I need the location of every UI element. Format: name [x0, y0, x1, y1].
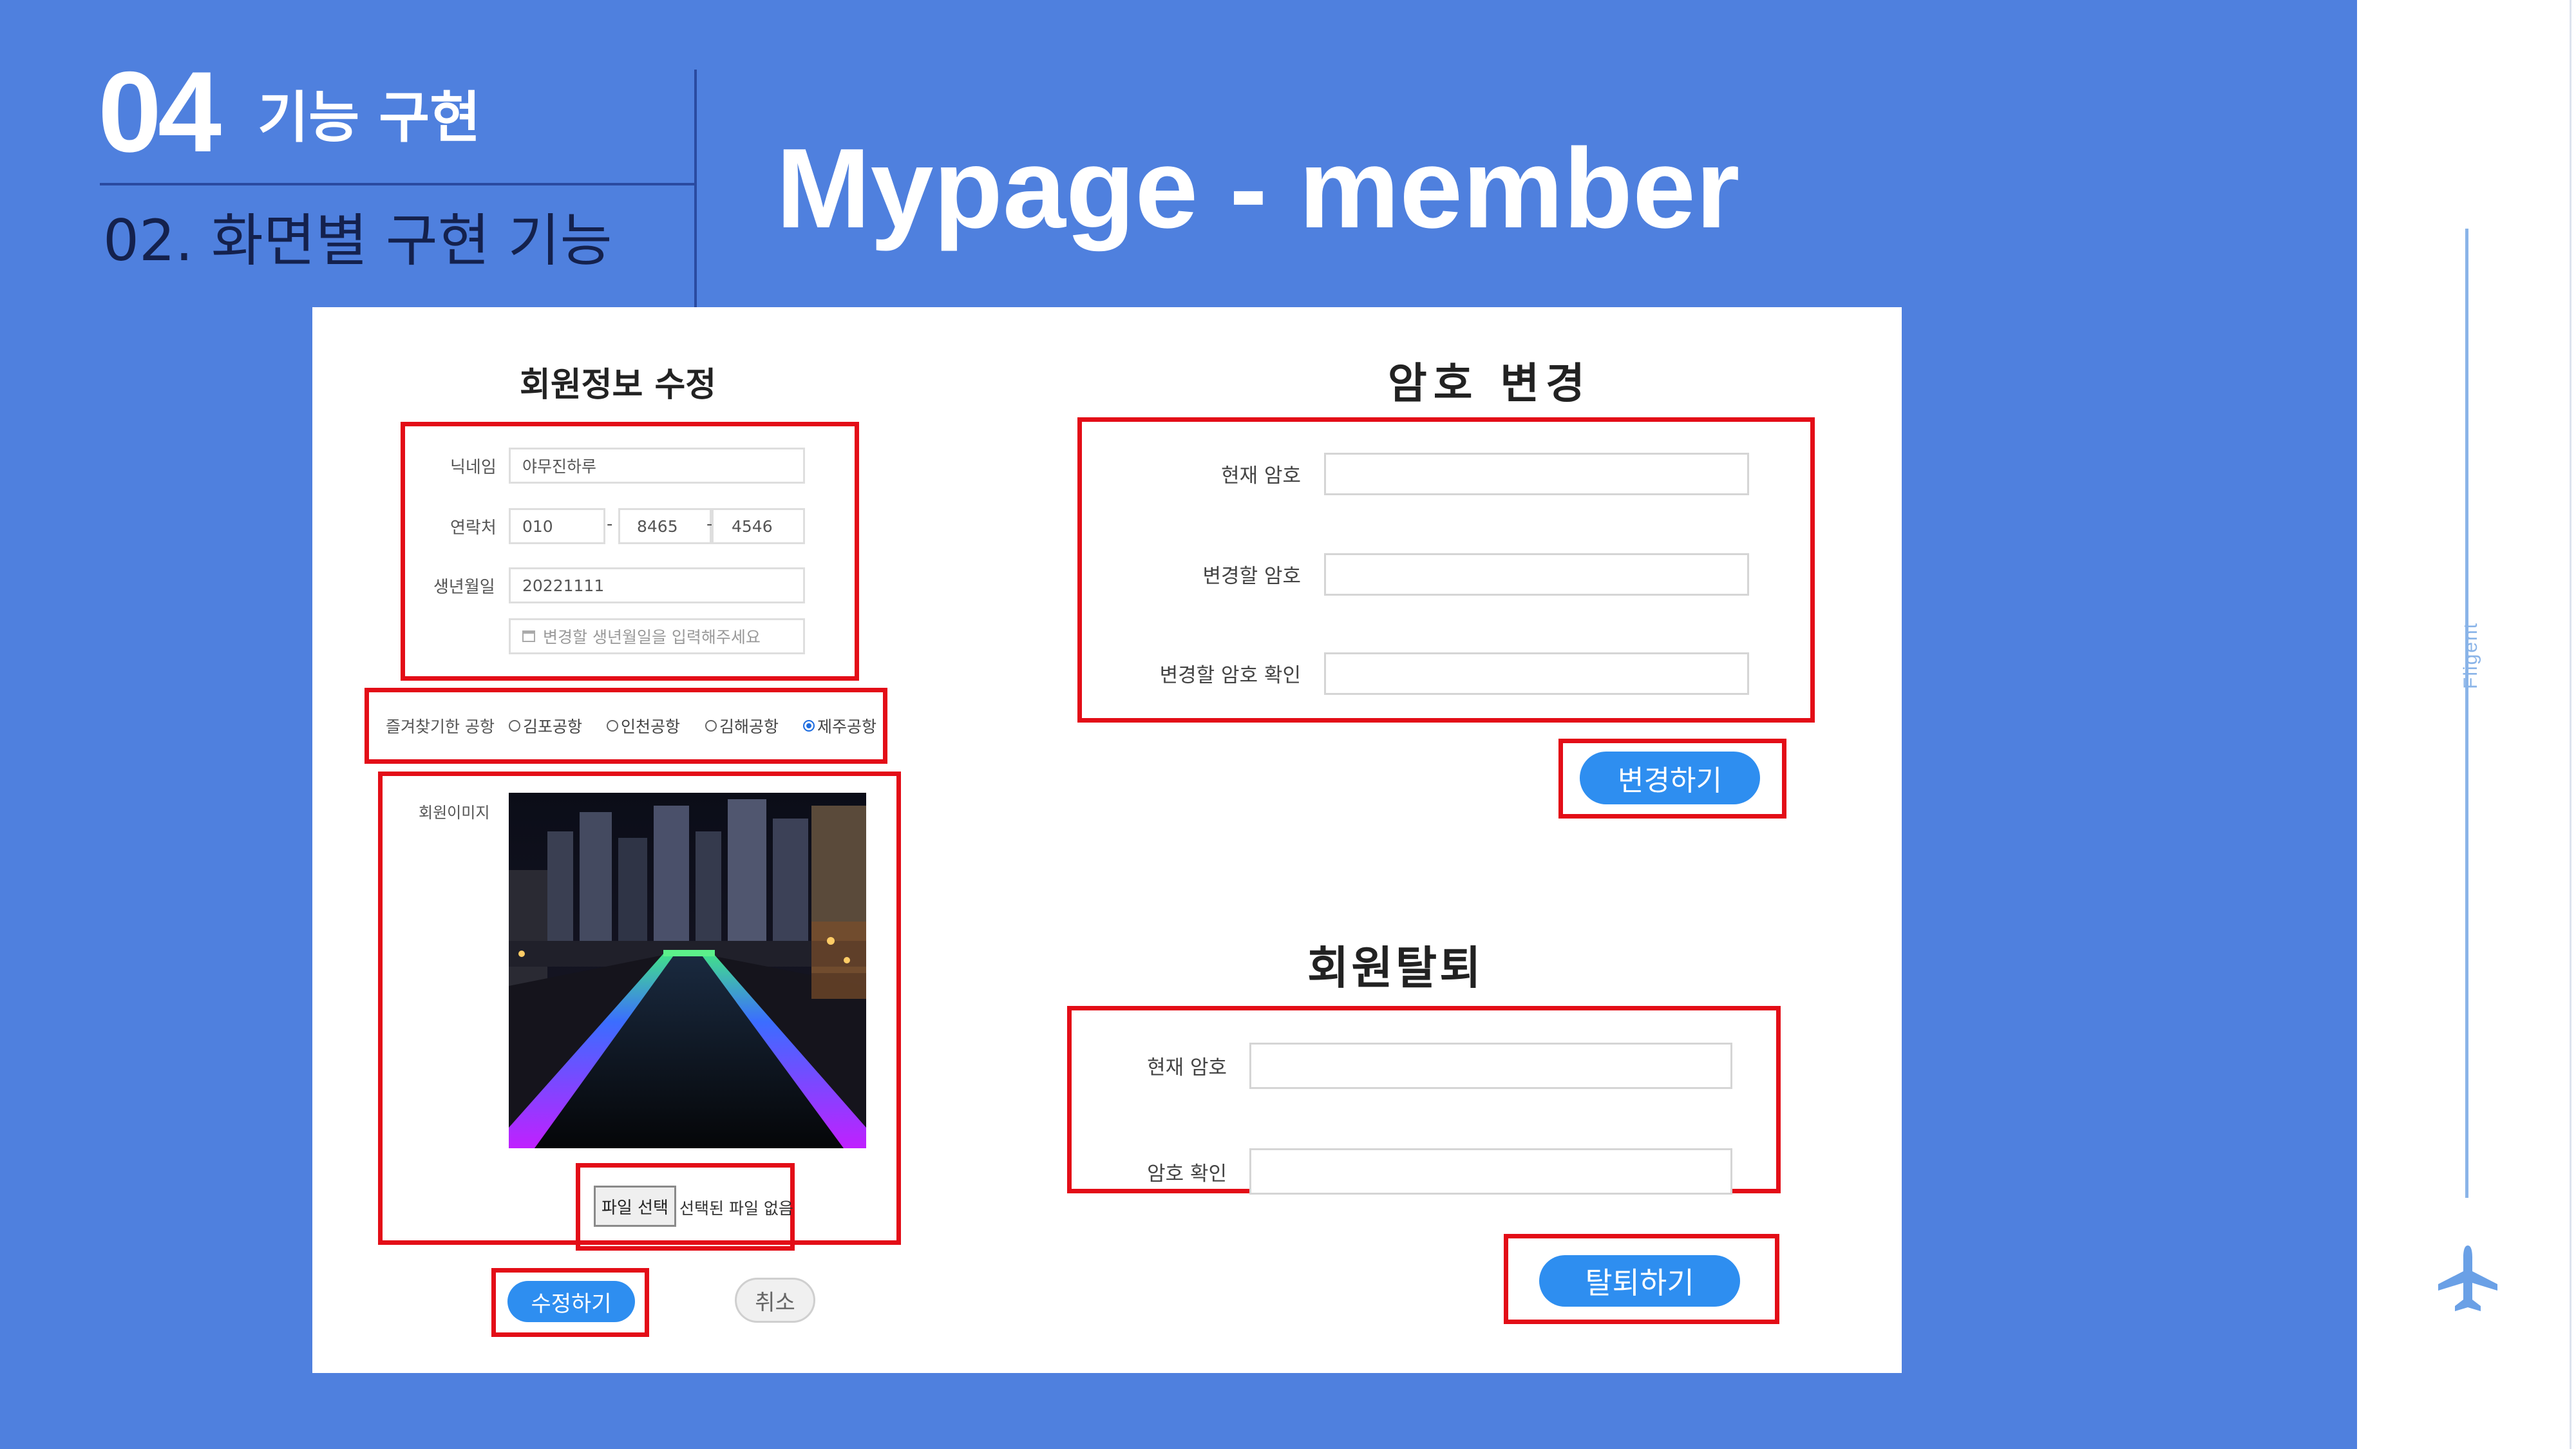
radio-indicator-selected — [803, 720, 815, 732]
current-password-input[interactable] — [1324, 453, 1749, 495]
phone-separator: - — [607, 515, 613, 534]
decorative-vertical-line — [2465, 229, 2468, 1198]
airport-label: 즐겨찾기한 공항 — [386, 717, 495, 736]
airport-radio-incheon[interactable]: 인천공항 — [607, 714, 680, 737]
birth-new-input[interactable]: 변경할 생년월일을 입력해주세요 — [509, 618, 805, 654]
section-title: 기능 구현 — [258, 86, 481, 150]
section-underline — [100, 183, 696, 185]
nickname-input[interactable]: 야무진하루 — [509, 448, 805, 484]
radio-indicator — [705, 720, 717, 732]
withdraw-current-password-label: 현재 암호 — [1147, 1056, 1227, 1079]
withdraw-confirm-password-label: 암호 확인 — [1147, 1162, 1227, 1186]
radio-indicator — [509, 720, 520, 732]
birth-placeholder: 변경할 생년월일을 입력해주세요 — [543, 628, 761, 647]
section-number: 04 — [98, 48, 222, 176]
airport-radio-gimpo[interactable]: 김포공항 — [509, 714, 582, 737]
file-select-button[interactable]: 파일 선택 — [594, 1186, 676, 1227]
edit-submit-button[interactable]: 수정하기 — [507, 1281, 635, 1322]
birth-input[interactable]: 20221111 — [509, 567, 805, 603]
edit-cancel-button[interactable]: 취소 — [735, 1278, 815, 1323]
airport-radio-gimhae[interactable]: 김해공항 — [705, 714, 779, 737]
calendar-icon — [522, 630, 535, 642]
subsection-title: 02. 화면별 구현 기능 — [103, 207, 612, 274]
withdraw-confirm-password-input[interactable] — [1249, 1148, 1732, 1195]
phone-input-3[interactable]: 4546 — [712, 508, 805, 544]
file-status: 선택된 파일 없음 — [679, 1199, 793, 1218]
member-edit-heading: 회원정보 수정 — [520, 365, 717, 404]
withdraw-current-password-input[interactable] — [1249, 1043, 1732, 1089]
member-image-label: 회원이미지 — [419, 804, 490, 822]
airport-radio-jeju[interactable]: 제주공항 — [803, 714, 876, 737]
radio-indicator — [607, 720, 618, 732]
change-password-button[interactable]: 변경하기 — [1580, 752, 1760, 804]
withdraw-heading: 회원탈퇴 — [1307, 941, 1484, 994]
current-password-label: 현재 암호 — [1221, 464, 1301, 488]
phone-input-1[interactable]: 010 — [509, 508, 605, 544]
page-title: Mypage - member — [776, 126, 1740, 252]
new-password-label: 변경할 암호 — [1202, 565, 1301, 588]
airplane-icon — [2438, 1245, 2497, 1311]
withdraw-button[interactable]: 탈퇴하기 — [1539, 1255, 1740, 1307]
phone-input-2[interactable]: 8465 — [618, 508, 712, 544]
screenshot-panel: 회원정보 수정 닉네임 야무진하루 연락처 010 - 8465 - 4546 … — [312, 307, 1902, 1373]
password-change-heading: 암호 변경 — [1388, 358, 1591, 408]
confirm-new-password-input[interactable] — [1324, 652, 1749, 695]
confirm-new-password-label: 변경할 암호 확인 — [1159, 664, 1301, 687]
birth-label: 생년월일 — [433, 578, 495, 597]
new-password-input[interactable] — [1324, 553, 1749, 596]
brand-label: Fligent — [2460, 621, 2481, 689]
member-profile-photo — [509, 793, 866, 1148]
header-divider — [694, 70, 697, 308]
phone-label: 연락처 — [450, 518, 497, 538]
nickname-label: 닉네임 — [450, 458, 497, 477]
right-edge-line — [2570, 0, 2571, 1449]
